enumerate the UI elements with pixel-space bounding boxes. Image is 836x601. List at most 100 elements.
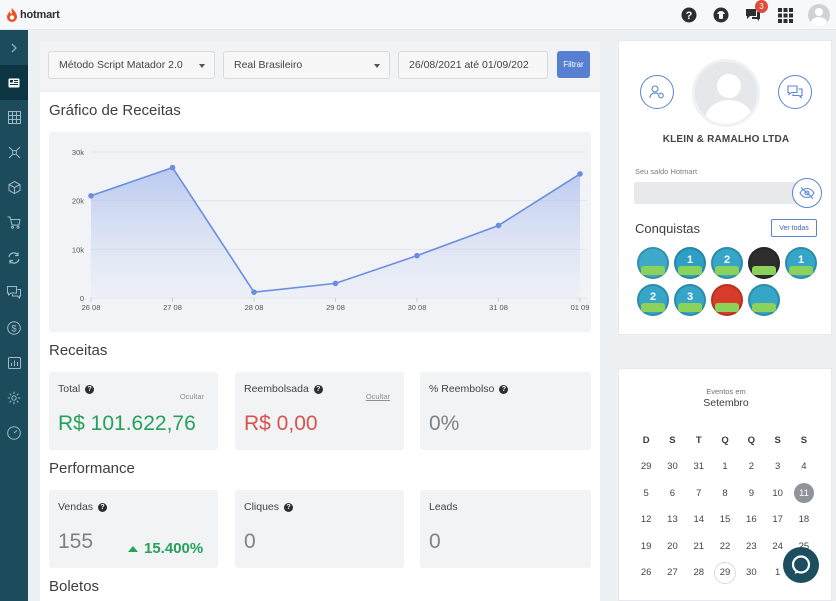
calendar-day[interactable]: 4 — [791, 454, 817, 481]
calendar-day[interactable]: 6 — [659, 480, 685, 507]
calendar-day[interactable]: 13 — [659, 507, 685, 534]
help-icon[interactable]: ? — [85, 384, 95, 394]
achievement-rank: 1 — [686, 254, 694, 266]
calendar-day[interactable]: 23 — [738, 533, 764, 560]
product-select[interactable]: Método Script Matador 2.0 — [48, 51, 215, 79]
calendar-day[interactable]: 18 — [791, 507, 817, 534]
achievement-badge[interactable]: 1 — [785, 247, 817, 279]
toggle-balance-button[interactable] — [792, 178, 822, 208]
help-icon[interactable]: ? — [284, 502, 294, 512]
calendar-day[interactable]: 2 — [738, 454, 764, 481]
sidebar-item-finance[interactable]: $ — [0, 310, 28, 345]
hide-total-link[interactable]: Ocultar — [180, 392, 204, 401]
sidebar-item-sales[interactable] — [0, 205, 28, 240]
help-icon[interactable]: ? — [499, 384, 509, 394]
sidebar-item-products[interactable] — [0, 100, 28, 135]
sidebar-item-box[interactable] — [0, 170, 28, 205]
x-tick-label: 31 08 — [489, 303, 508, 312]
caret-down-icon — [374, 64, 380, 68]
chat-support-button[interactable] — [783, 547, 819, 583]
calendar-day[interactable]: 17 — [764, 507, 790, 534]
calendar-day[interactable]: 29 — [633, 454, 659, 481]
support-icon[interactable] — [712, 6, 730, 24]
calendar-day[interactable]: 1 — [712, 454, 738, 481]
calendar-day[interactable]: 26 — [633, 560, 659, 587]
hide-refunded-link[interactable]: Ocultar — [366, 392, 390, 401]
data-point — [88, 193, 94, 199]
revenue-chart: 0 10k 20k 30k 26 08 27 08 28 08 29 08 30 08 31 08… — [49, 132, 591, 332]
calendar-day[interactable]: 14 — [686, 507, 712, 534]
calendar-day[interactable]: 15 — [712, 507, 738, 534]
help-icon[interactable]: ? — [680, 6, 698, 24]
y-tick-label: 10k — [72, 245, 84, 254]
date-range-input[interactable]: 26/08/2021 até 01/09/202 — [398, 51, 548, 79]
calendar-day[interactable]: 12 — [633, 507, 659, 534]
clicks-value: 0 — [244, 530, 256, 553]
sidebar-item-affiliates[interactable] — [0, 135, 28, 170]
help-icon[interactable]: ? — [98, 502, 108, 512]
calendar-day[interactable]: 11 — [793, 483, 814, 504]
balance-label: Seu saldo Hotmart — [635, 167, 698, 176]
calendar-day[interactable]: 10 — [764, 480, 790, 507]
chevron-right-icon — [11, 43, 17, 52]
sales-growth: 15.400% — [128, 540, 203, 557]
calendar-day[interactable]: 27 — [659, 560, 685, 587]
calendar-day[interactable]: 7 — [686, 480, 712, 507]
filter-button[interactable]: Filtrar — [557, 51, 590, 78]
achievement-badge[interactable] — [637, 247, 669, 279]
calendar-day[interactable]: 16 — [738, 507, 764, 534]
calendar-day[interactable]: 30 — [659, 454, 685, 481]
sidebar-item-messages[interactable] — [0, 275, 28, 310]
sidebar-item-reports[interactable] — [0, 345, 28, 380]
calendar-day[interactable]: 29 — [714, 561, 737, 584]
y-tick-label: 30k — [72, 148, 84, 157]
achievement-badge[interactable] — [711, 284, 743, 316]
expand-sidebar-button[interactable] — [0, 30, 28, 65]
calendar-day[interactable]: 28 — [686, 560, 712, 587]
currency-select[interactable]: Real Brasileiro — [223, 51, 390, 79]
sidebar-item-settings[interactable] — [0, 380, 28, 415]
revenue-chart-svg: 0 10k 20k 30k 26 08 27 08 28 08 29 08 30 08 31 08… — [72, 148, 589, 312]
profile-settings-button[interactable] — [640, 75, 674, 109]
calendar-day[interactable]: 20 — [659, 533, 685, 560]
refund-percentage-value: 0% — [429, 412, 460, 435]
calendar-day[interactable]: 22 — [712, 533, 738, 560]
total-revenue-card: Total? Ocultar R$ 101.622,76 — [49, 372, 218, 450]
achievement-badge[interactable] — [748, 284, 780, 316]
calendar-day[interactable]: 19 — [633, 533, 659, 560]
achievement-badge[interactable]: 2 — [711, 247, 743, 279]
calendar-day[interactable]: 9 — [738, 480, 764, 507]
network-icon — [8, 146, 20, 159]
achievement-badge[interactable]: 3 — [674, 284, 706, 316]
see-all-achievements-button[interactable]: Ver todas — [771, 219, 817, 237]
refund-percentage-card: % Reembolso? 0% — [420, 372, 591, 450]
sales-card: Vendas? 155 15.400% — [49, 490, 218, 568]
achievement-badge[interactable]: 1 — [674, 247, 706, 279]
calendar-day[interactable]: 8 — [712, 480, 738, 507]
sidebar-item-dashboard[interactable] — [0, 65, 28, 100]
notifications-icon[interactable]: 3 — [744, 0, 768, 24]
y-tick-label: 0 — [80, 294, 84, 303]
calendar-day[interactable]: 30 — [738, 560, 764, 587]
refunded-label: Reembolsada — [244, 383, 309, 395]
apps-grid-icon[interactable] — [776, 6, 794, 24]
calendar-day[interactable]: 31 — [686, 454, 712, 481]
help-icon[interactable]: ? — [313, 384, 323, 394]
weekday-header: S — [669, 434, 676, 446]
calendar-day[interactable]: 3 — [764, 454, 790, 481]
flame-icon — [6, 7, 18, 22]
hotmart-logo[interactable]: hotmart — [0, 7, 60, 22]
profile-messages-button[interactable] — [778, 75, 812, 109]
speedometer-icon — [7, 425, 21, 440]
sidebar-item-performance[interactable] — [0, 415, 28, 450]
achievement-badge[interactable] — [748, 247, 780, 279]
performance-title: Performance — [49, 460, 135, 477]
calendar-day[interactable]: 21 — [686, 533, 712, 560]
sidebar-item-subscriptions[interactable] — [0, 240, 28, 275]
refund-percentage-label: % Reembolso — [429, 383, 495, 395]
calendar-day[interactable]: 5 — [633, 480, 659, 507]
sidebar: $ — [0, 30, 28, 601]
user-avatar[interactable] — [808, 4, 830, 26]
bar-chart-icon — [7, 356, 21, 369]
achievement-badge[interactable]: 2 — [637, 284, 669, 316]
